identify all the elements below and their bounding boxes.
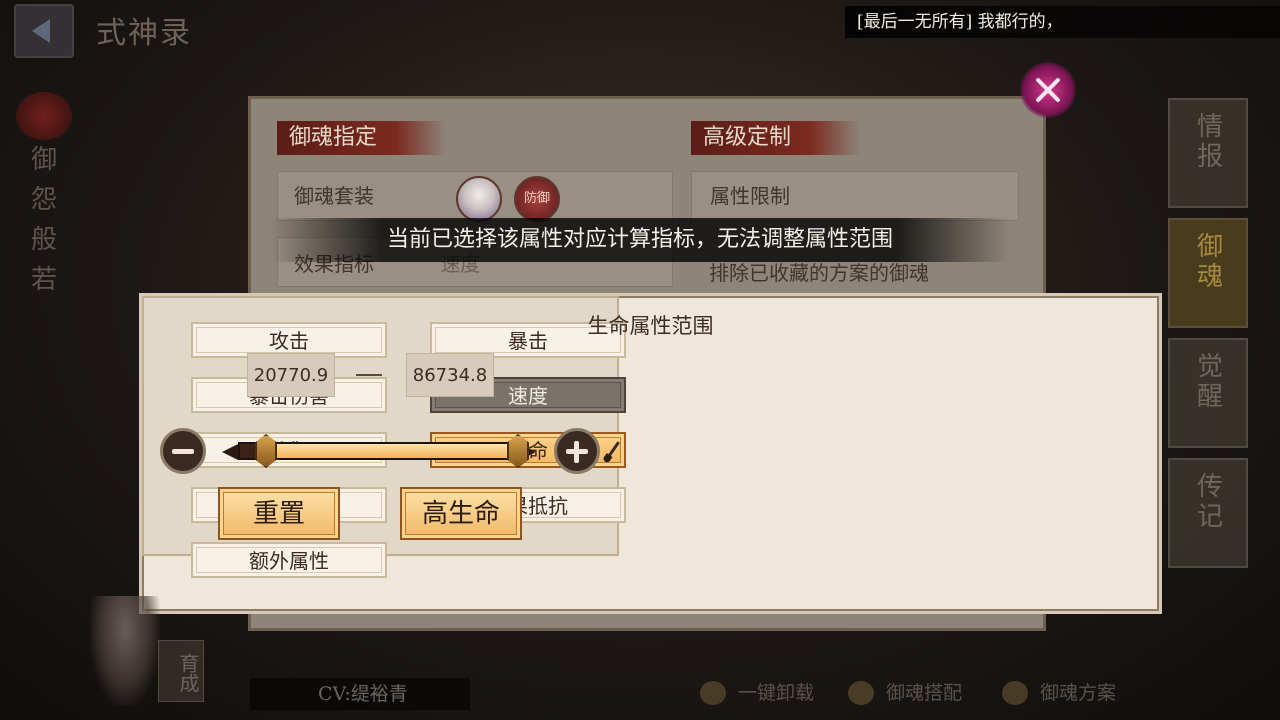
attr-limit-label: 属性限制 [710,184,790,208]
yuhun-plan-button[interactable]: 御魂方案 [1002,676,1116,710]
tab-awaken[interactable]: 觉醒 [1168,338,1248,448]
range-min-value[interactable]: 20770.9 [247,353,335,397]
character-portrait [90,596,160,706]
one-click-unload-button[interactable]: 一键卸载 [700,676,814,710]
voice-actor-label: CV:缇裕青 [250,678,470,710]
attribute-panel: 攻击 暴击伤害 防御 效果命中 额外属性 暴击 速度 生命 效果抵抗 生命属性范… [139,293,1162,614]
range-max-value[interactable]: 86734.8 [406,353,494,397]
range-separator [356,374,382,376]
exclude-favorites-option[interactable]: 排除已收藏的方案的御魂 [691,257,1019,291]
range-slider[interactable] [238,442,518,460]
back-arrow-icon [32,19,50,43]
shikigami-name: 御怨般若 [30,145,57,295]
tab-awaken-label: 觉醒 [1192,352,1223,412]
tab-info[interactable]: 情报 [1168,98,1248,208]
yuhun-set-icon[interactable] [456,176,502,222]
close-icon[interactable] [1020,62,1076,118]
defense-set-icon[interactable]: 防御 [514,176,560,222]
reset-button[interactable]: 重置 [218,487,340,540]
tab-bio-label: 传记 [1192,472,1223,532]
yuhun-set-label: 御魂套装 [294,184,374,208]
yuhun-match-button[interactable]: 御魂搭配 [848,676,962,710]
high-hp-preset-button[interactable]: 高生命 [400,487,522,540]
yuhun-section-title: 御魂指定 [277,121,447,155]
screen-title: 式神录 [96,16,192,51]
grow-button[interactable]: 育成 [158,640,204,702]
tab-yuhun-label: 御魂 [1192,232,1223,292]
tab-bio[interactable]: 传记 [1168,458,1248,568]
advanced-section-title: 高级定制 [691,121,861,155]
attr-limit-row[interactable]: 属性限制 [691,171,1019,221]
slider-left-cap [222,444,238,460]
slider-fill [267,444,516,458]
exclude-favorites-label: 排除已收藏的方案的御魂 [709,261,929,285]
brush-icon [604,441,621,461]
plus-icon[interactable] [554,428,600,474]
shikigami-emblem-icon [16,92,72,140]
tab-yuhun[interactable]: 御魂 [1168,218,1248,328]
tab-info-label: 情报 [1192,112,1223,172]
back-button[interactable] [14,4,74,58]
yuhun-set-row[interactable]: 御魂套装 防御 [277,171,673,222]
attr-button-extra[interactable]: 额外属性 [191,542,387,578]
range-title: 生命属性范围 [587,314,714,338]
chat-message: [最后一无所有] 我都行的， [845,6,1280,38]
minus-icon[interactable] [160,428,206,474]
toast-message: 当前已选择该属性对应计算指标，无法调整属性范围 [270,218,1010,262]
